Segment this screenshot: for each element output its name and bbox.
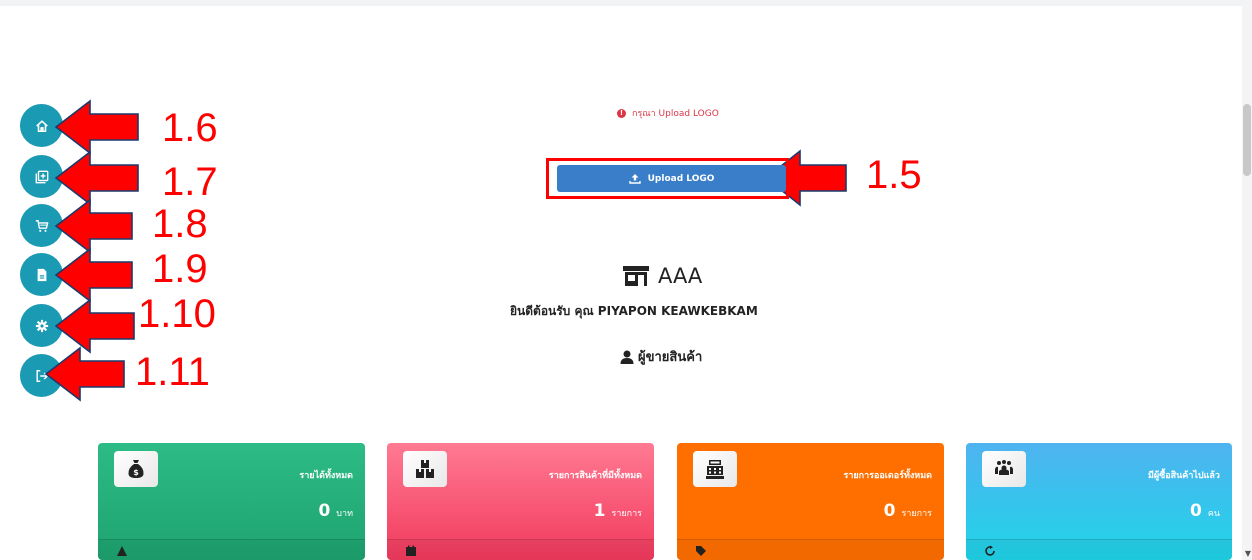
upload-logo-notice: ! กรุณา Upload LOGO [617,106,719,120]
store-icon [623,266,649,286]
upload-icon [628,174,641,184]
card-number: 1 [593,501,606,521]
scroll-down-arrow-icon[interactable]: ▼ [1245,549,1251,558]
card-footer [98,539,365,560]
svg-text:$: $ [133,468,139,477]
alert-icon: ! [617,108,626,118]
card-footer [966,539,1232,560]
card-footer [677,539,944,560]
dashboard-page: 1.6 1.7 1.8 1.9 1.10 1.11 1.5 ! กรุณา Up… [0,0,1252,560]
card-number: 0 [883,501,896,521]
people-icon [995,460,1013,475]
card-title: รายการสินค้าที่มีทั้งหมด [548,471,642,481]
calendar-icon [406,545,416,556]
tag-icon [696,546,706,556]
user-role: ผู้ขายสินค้า [620,346,702,367]
card-unit: รายการ [901,509,933,519]
home-icon [35,119,48,132]
document-icon [37,268,46,281]
orders-card: รายการออเดอร์ทั้งหมด 0 รายการ [677,443,944,560]
annotation-label-1-7: 1.7 [162,160,218,204]
shop-title: AAA [622,264,702,288]
card-icon-box [403,451,447,487]
card-number: 0 [1189,501,1202,521]
annotation-label-1-5: 1.5 [866,153,922,197]
scrollbar-thumb[interactable] [1243,104,1251,176]
card-value: 1 รายการ [594,501,642,521]
annotation-arrow-1-11 [44,346,125,402]
annotation-arrow-1-8 [54,198,133,254]
annotation-arrow-1-9 [54,247,133,303]
money-bag-icon: $ [128,460,144,478]
upload-logo-button[interactable]: Upload LOGO [557,165,786,192]
card-value: 0 คน [1190,501,1220,521]
add-product-icon [35,170,48,183]
buyers-card: มีผู้ซื้อสินค้าไปแล้ว 0 คน [966,443,1232,560]
annotation-label-1-10: 1.10 [138,292,216,336]
shop-name: AAA [658,264,703,288]
cart-icon [35,219,48,232]
revenue-card: $ รายได้ทั้งหมด 0 บาท [98,443,365,560]
cash-register-icon [706,460,724,479]
welcome-text: ยินดีต้อนรับ คุณ PIYAPON KEAWKEBKAM [510,304,758,318]
annotation-label-1-11: 1.11 [135,350,210,394]
products-card: รายการสินค้าที่มีทั้งหมด 1 รายการ [387,443,654,560]
annotation-label-1-8: 1.8 [152,202,208,246]
top-divider [0,0,1252,6]
upload-logo-label: Upload LOGO [647,173,715,184]
annotation-label-1-6: 1.6 [162,106,218,150]
gear-icon [35,319,48,332]
boxes-icon [416,460,434,478]
card-number: 0 [318,501,331,521]
card-footer [387,539,654,560]
card-value: 0 รายการ [884,501,932,521]
card-unit: บาท [336,509,353,519]
annotation-arrow-1-6 [54,99,139,155]
warning-icon [117,546,127,556]
card-title: มีผู้ซื้อสินค้าไปแล้ว [1147,471,1220,481]
page-scrollbar[interactable]: ▼ [1242,0,1252,560]
card-title: รายได้ทั้งหมด [299,471,353,481]
user-role-label: ผู้ขายสินค้า [638,350,703,365]
annotation-label-1-9: 1.9 [152,247,208,291]
card-value: 0 บาท [318,501,353,521]
card-title: รายการออเดอร์ทั้งหมด [843,471,932,481]
card-unit: คน [1207,509,1220,519]
refresh-icon [985,545,995,556]
user-icon [620,350,634,364]
notice-text: กรุณา Upload LOGO [632,109,719,119]
card-icon-box: $ [114,451,158,487]
card-icon-box [693,451,737,487]
card-icon-box [982,451,1026,487]
card-unit: รายการ [611,509,643,519]
